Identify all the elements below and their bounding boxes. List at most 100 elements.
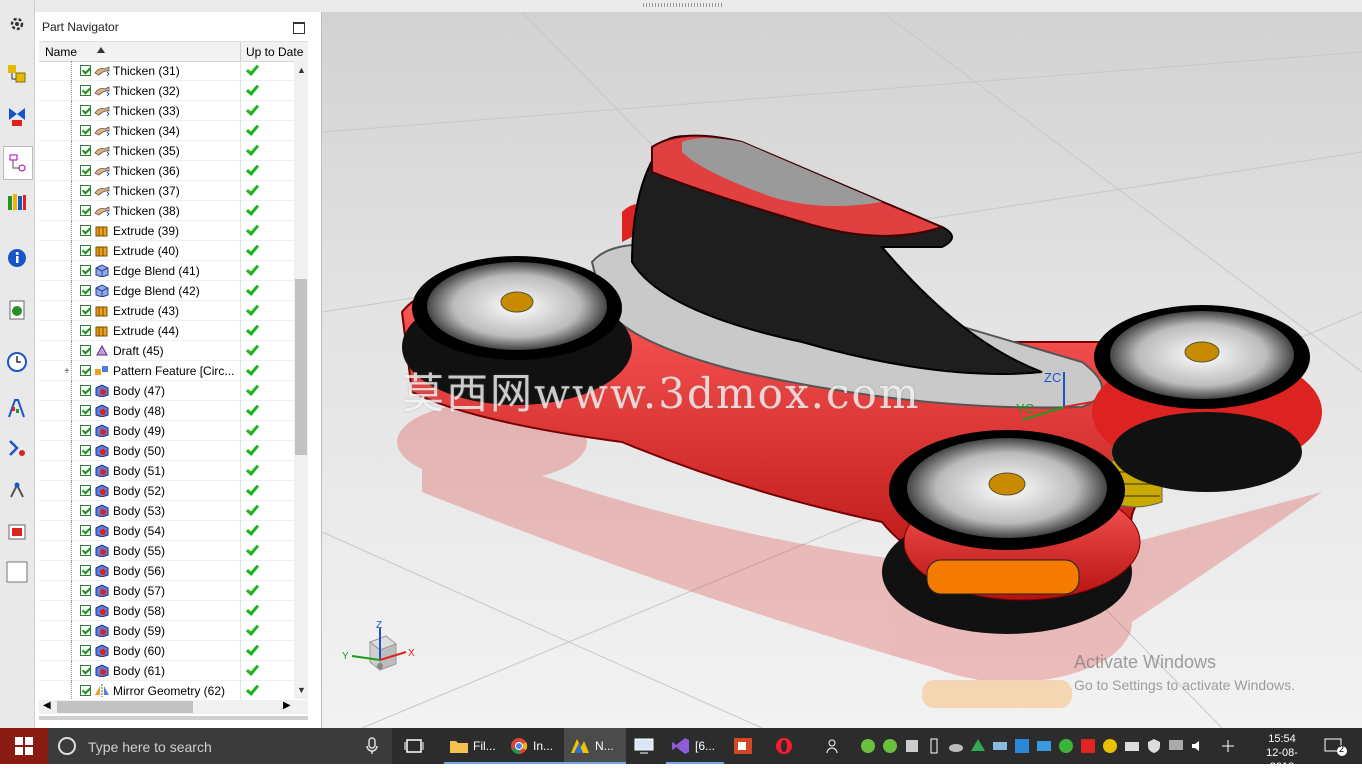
volume-icon[interactable] xyxy=(1190,738,1206,754)
visualization-icon[interactable] xyxy=(5,396,29,420)
horizontal-scroll-thumb[interactable] xyxy=(57,701,193,713)
vertical-scrollbar[interactable]: ▲ ▼ xyxy=(294,61,308,699)
feature-checkbox[interactable] xyxy=(80,325,91,336)
display-icon[interactable] xyxy=(1168,738,1184,754)
blank-panel-icon[interactable] xyxy=(5,560,29,584)
feature-checkbox[interactable] xyxy=(80,225,91,236)
feature-checkbox[interactable] xyxy=(80,405,91,416)
feature-row[interactable]: Thicken (31) xyxy=(39,61,294,81)
feature-checkbox[interactable] xyxy=(80,265,91,276)
feature-checkbox[interactable] xyxy=(80,605,91,616)
feature-row[interactable]: Body (50) xyxy=(39,441,294,461)
feature-row[interactable]: Body (57) xyxy=(39,581,294,601)
shield-icon[interactable] xyxy=(1146,738,1162,754)
feature-checkbox[interactable] xyxy=(80,485,91,496)
feature-row[interactable]: Body (58) xyxy=(39,601,294,621)
usb-icon[interactable] xyxy=(926,738,942,754)
feature-row[interactable]: Thicken (32) xyxy=(39,81,294,101)
feature-checkbox[interactable] xyxy=(80,445,91,456)
network-icon[interactable] xyxy=(992,738,1008,754)
feature-row[interactable]: Thicken (36) xyxy=(39,161,294,181)
feature-row[interactable]: Body (55) xyxy=(39,541,294,561)
taskbar-app-powerpoint[interactable] xyxy=(728,728,758,764)
microphone-icon[interactable] xyxy=(366,737,378,755)
cortana-icon[interactable] xyxy=(58,737,76,755)
feature-checkbox[interactable] xyxy=(80,585,91,596)
feature-row[interactable]: Body (52) xyxy=(39,481,294,501)
feature-row[interactable]: Thicken (35) xyxy=(39,141,294,161)
feature-checkbox[interactable] xyxy=(80,385,91,396)
feature-row[interactable]: Body (53) xyxy=(39,501,294,521)
feature-row[interactable]: Body (56) xyxy=(39,561,294,581)
taskbar-app-visual-studio[interactable]: [6... xyxy=(666,728,724,764)
feature-row[interactable]: Extrude (43) xyxy=(39,301,294,321)
system-clock[interactable]: 15:54 12-08-2018 xyxy=(1256,732,1308,774)
search-placeholder[interactable]: Type here to search xyxy=(88,739,212,755)
action-center-button[interactable]: 2 xyxy=(1324,738,1348,759)
feature-row[interactable]: Draft (45) xyxy=(39,341,294,361)
feature-row[interactable]: Body (47) xyxy=(39,381,294,401)
feature-row[interactable]: Body (59) xyxy=(39,621,294,641)
feature-checkbox[interactable] xyxy=(80,565,91,576)
torrent-icon[interactable] xyxy=(860,738,876,754)
column-up-to-date[interactable]: Up to Date xyxy=(246,45,303,59)
system-scenes-icon[interactable] xyxy=(5,520,29,544)
feature-checkbox[interactable] xyxy=(80,305,91,316)
feature-row[interactable]: Edge Blend (41) xyxy=(39,261,294,281)
web-browser-icon[interactable] xyxy=(5,298,29,322)
feature-checkbox[interactable] xyxy=(80,105,91,116)
gear-icon[interactable] xyxy=(5,12,29,36)
sort-ascending-icon[interactable] xyxy=(97,47,105,53)
start-button[interactable] xyxy=(0,728,48,764)
feature-row[interactable]: Body (60) xyxy=(39,641,294,661)
feature-checkbox[interactable] xyxy=(80,145,91,156)
feature-checkbox[interactable] xyxy=(80,545,91,556)
language-icon[interactable] xyxy=(1220,738,1236,754)
feature-row[interactable]: Body (48) xyxy=(39,401,294,421)
constraint-navigator-icon[interactable] xyxy=(5,104,29,128)
qq-icon[interactable] xyxy=(1080,738,1096,754)
feature-row[interactable]: Body (49) xyxy=(39,421,294,441)
scroll-left-icon[interactable]: ◀ xyxy=(43,700,51,711)
people-icon[interactable] xyxy=(826,738,842,754)
taskbar-app-presentation[interactable] xyxy=(628,728,660,764)
feature-checkbox[interactable] xyxy=(80,425,91,436)
task-view-button[interactable] xyxy=(404,728,428,764)
horizontal-scrollbar[interactable]: ◀ ▶ xyxy=(39,700,308,714)
feature-row[interactable]: Extrude (39) xyxy=(39,221,294,241)
graphics-viewport[interactable]: YC ZC 莫西网www.3dmox.com Z Y X Activate Wi… xyxy=(322,12,1362,728)
info-icon[interactable] xyxy=(5,246,29,270)
scroll-up-icon[interactable]: ▲ xyxy=(297,65,306,75)
taskbar-app-nx[interactable]: N... xyxy=(564,728,626,764)
feature-row[interactable]: + Pattern Feature [Circ... xyxy=(39,361,294,381)
keyboard-icon[interactable] xyxy=(1036,738,1052,754)
feature-checkbox[interactable] xyxy=(80,125,91,136)
assembly-navigator-icon[interactable] xyxy=(5,62,29,86)
disc-icon[interactable] xyxy=(1102,738,1118,754)
feature-row[interactable]: Thicken (34) xyxy=(39,121,294,141)
taskbar-app-opera[interactable] xyxy=(770,728,798,764)
feature-checkbox[interactable] xyxy=(80,625,91,636)
feature-checkbox[interactable] xyxy=(80,685,91,696)
feature-checkbox[interactable] xyxy=(80,505,91,516)
column-name[interactable]: Name xyxy=(45,45,77,59)
feature-row[interactable]: Thicken (38) xyxy=(39,201,294,221)
feature-row[interactable]: Thicken (37) xyxy=(39,181,294,201)
column-separator[interactable] xyxy=(240,42,241,61)
feature-row[interactable]: Extrude (44) xyxy=(39,321,294,341)
feature-checkbox[interactable] xyxy=(80,85,91,96)
feature-row[interactable]: Thicken (33) xyxy=(39,101,294,121)
vertical-scroll-thumb[interactable] xyxy=(295,279,307,455)
feature-checkbox[interactable] xyxy=(80,65,91,76)
feature-checkbox[interactable] xyxy=(80,645,91,656)
feature-checkbox[interactable] xyxy=(80,365,91,376)
feature-checkbox[interactable] xyxy=(80,245,91,256)
history-clock-icon[interactable] xyxy=(5,350,29,374)
app-tray-icon[interactable] xyxy=(1014,738,1030,754)
feature-row[interactable]: Body (54) xyxy=(39,521,294,541)
taskbar-app-file-explorer[interactable]: Fil... xyxy=(444,728,506,764)
maximize-icon[interactable] xyxy=(293,22,305,34)
feature-row[interactable]: Body (61) xyxy=(39,661,294,681)
reuse-library-icon[interactable] xyxy=(5,190,29,214)
cloud-icon[interactable] xyxy=(948,738,964,754)
